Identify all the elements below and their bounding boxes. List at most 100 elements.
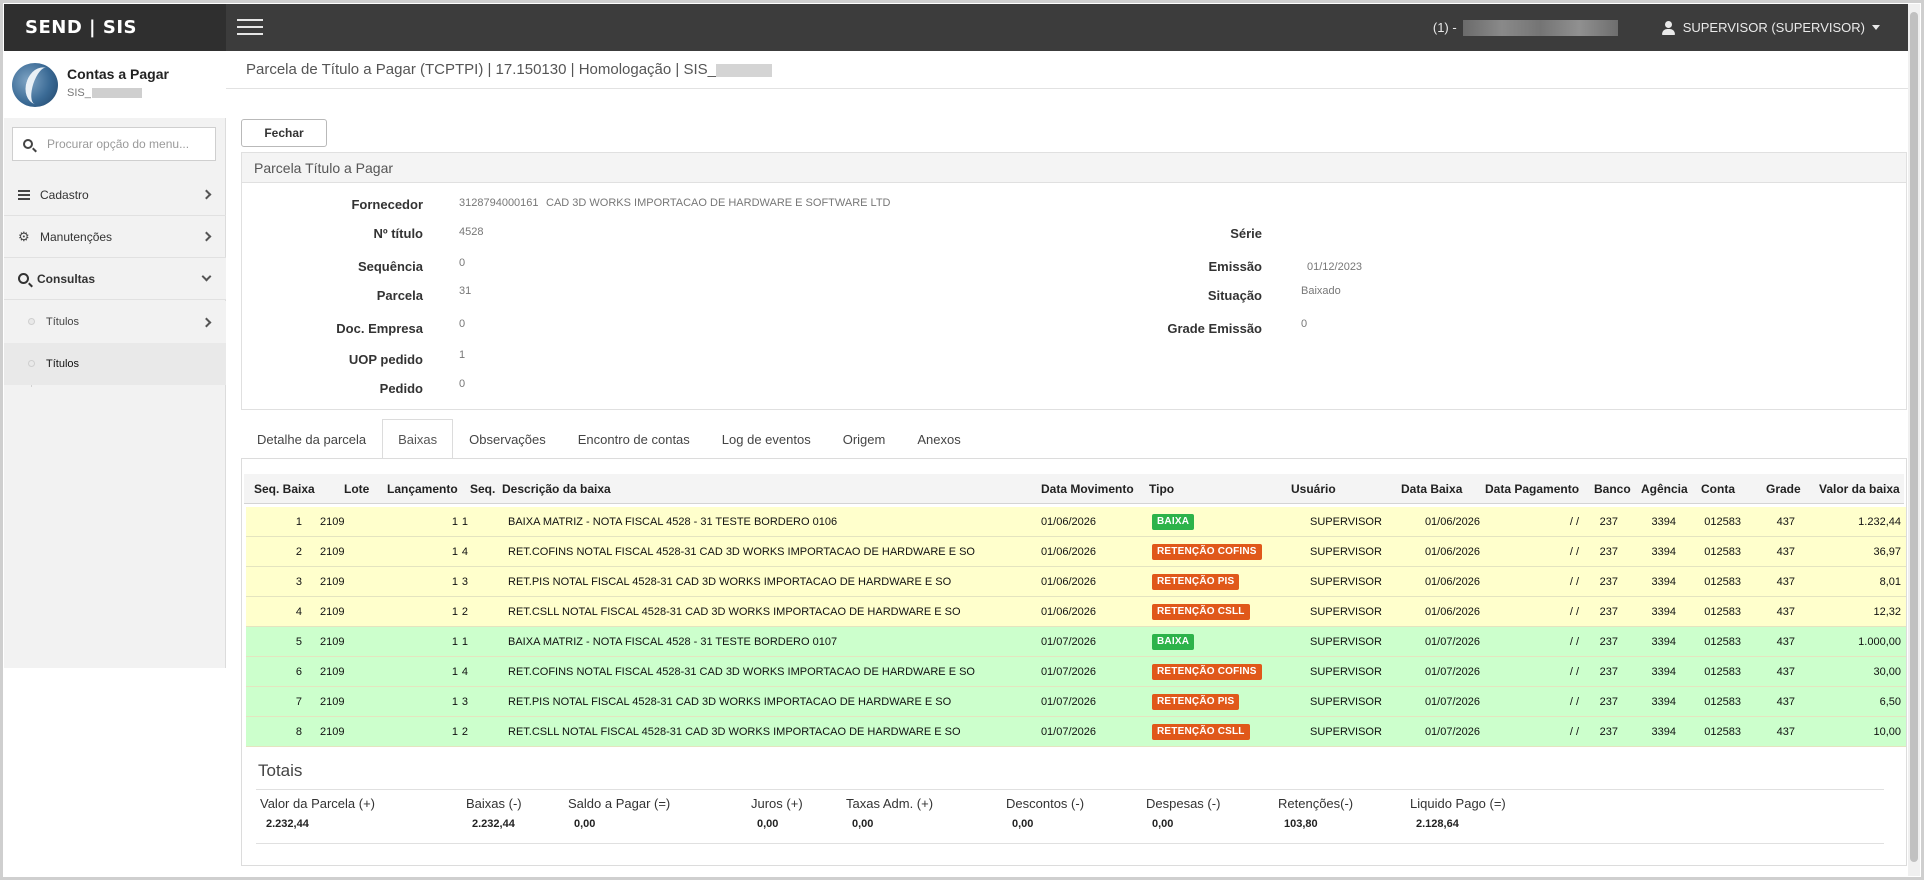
sidebar-subitem-titulos[interactable]: Títulos bbox=[4, 301, 226, 343]
cell-data-mov: 01/07/2026 bbox=[1040, 636, 1096, 648]
gears-icon: ⚙ bbox=[18, 228, 30, 244]
tab-log-eventos[interactable]: Log de eventos bbox=[706, 419, 827, 459]
table-row[interactable]: 6 2109 1 4 RET.COFINS NOTAL FISCAL 4528-31 C… bbox=[246, 657, 1906, 687]
situacao-label: Situação bbox=[1207, 288, 1262, 303]
cell-data-baixa: 01/06/2026 bbox=[1424, 516, 1480, 528]
totals-title: Totais bbox=[258, 761, 303, 780]
col-seq-baixa[interactable]: Seq. Baixa bbox=[254, 474, 315, 504]
table-row[interactable]: 7 2109 1 3 RET.PIS NOTAL FISCAL 4528-31 CAD … bbox=[246, 687, 1906, 717]
col-data-movimento[interactable]: Data Movimento bbox=[1041, 474, 1134, 504]
cell-seq: 3 bbox=[461, 696, 468, 708]
table-row[interactable]: 4 2109 1 2 RET.CSLL NOTAL FISCAL 4528-31 CAD… bbox=[246, 597, 1906, 627]
table-row[interactable]: 1 2109 1 1 BAIXA MATRIZ - NOTA FISCAL 4528 -… bbox=[246, 507, 1906, 537]
module-logo-icon bbox=[12, 63, 58, 107]
page-title: Parcela de Título a Pagar (TCPTPI) | 17.… bbox=[246, 61, 772, 78]
cell-agencia: 3394 bbox=[1651, 726, 1676, 738]
redacted-environment bbox=[1462, 19, 1618, 36]
cell-agencia: 3394 bbox=[1651, 516, 1676, 528]
cell-conta: 012583 bbox=[1704, 546, 1741, 558]
cell-data-baixa: 01/07/2026 bbox=[1424, 726, 1480, 738]
col-usuario[interactable]: Usuário bbox=[1291, 474, 1336, 504]
page-scrollbar[interactable] bbox=[1908, 4, 1920, 876]
cell-descricao: RET.COFINS NOTAL FISCAL 4528-31 CAD 3D W… bbox=[508, 546, 975, 558]
cell-seq: 4 bbox=[461, 666, 468, 678]
col-conta[interactable]: Conta bbox=[1701, 474, 1735, 504]
cell-seq-baixa: 2 bbox=[295, 546, 302, 558]
table-row[interactable]: 5 2109 1 1 BAIXA MATRIZ - NOTA FISCAL 4528 -… bbox=[246, 627, 1906, 657]
hamburger-menu-icon[interactable] bbox=[237, 16, 263, 38]
parcela-panel: Parcela Título a Pagar Fornecedor 312879… bbox=[241, 152, 1907, 410]
col-valor-baixa[interactable]: Valor da baixa bbox=[1819, 474, 1900, 504]
tab-detalhe-parcela[interactable]: Detalhe da parcela bbox=[241, 419, 382, 459]
cell-seq: 3 bbox=[461, 576, 468, 588]
close-button[interactable]: Fechar bbox=[241, 119, 327, 147]
sidebar-item-cadastro[interactable]: Cadastro bbox=[4, 174, 226, 216]
tab-encontro-contas[interactable]: Encontro de contas bbox=[562, 419, 706, 459]
menu-search-input[interactable] bbox=[47, 128, 212, 160]
tipo-badge: BAIXA bbox=[1152, 514, 1195, 530]
cell-conta: 012583 bbox=[1704, 606, 1741, 618]
main-content: Parcela de Título a Pagar (TCPTPI) | 17.… bbox=[226, 51, 1908, 876]
sidebar-subitem-titulos-active[interactable]: Títulos bbox=[4, 343, 226, 385]
cell-agencia: 3394 bbox=[1651, 576, 1676, 588]
cell-descricao: BAIXA MATRIZ - NOTA FISCAL 4528 - 31 TES… bbox=[508, 516, 838, 528]
col-tipo[interactable]: Tipo bbox=[1149, 474, 1174, 504]
sidebar-item-manutencoes[interactable]: ⚙ Manutenções bbox=[4, 216, 226, 258]
cell-lote: 2109 bbox=[320, 726, 345, 738]
total-value: 0,00 bbox=[757, 818, 779, 830]
table-row[interactable]: 2 2109 1 4 RET.COFINS NOTAL FISCAL 4528-31 C… bbox=[246, 537, 1906, 567]
emissao-label: Emissão bbox=[1208, 259, 1262, 274]
sequencia-label: Sequência bbox=[357, 259, 423, 274]
scrollbar-thumb[interactable] bbox=[1910, 12, 1918, 862]
cell-data-mov: 01/06/2026 bbox=[1040, 516, 1096, 528]
total-label: Despesas (-) bbox=[1146, 796, 1221, 811]
col-data-baixa[interactable]: Data Baixa bbox=[1401, 474, 1462, 504]
col-data-pagamento[interactable]: Data Pagamento bbox=[1485, 474, 1579, 504]
situacao-value: Baixado bbox=[1301, 285, 1341, 297]
total-label: Valor da Parcela (+) bbox=[260, 796, 376, 811]
cell-agencia: 3394 bbox=[1651, 636, 1676, 648]
parcela-value: 31 bbox=[459, 285, 472, 297]
col-lote[interactable]: Lote bbox=[344, 474, 369, 504]
total-label: Liquido Pago (=) bbox=[1410, 796, 1506, 811]
cell-agencia: 3394 bbox=[1651, 696, 1676, 708]
cell-data-mov: 01/07/2026 bbox=[1040, 696, 1096, 708]
col-grade[interactable]: Grade bbox=[1766, 474, 1801, 504]
cell-seq: 2 bbox=[461, 606, 468, 618]
cell-lote: 2109 bbox=[320, 666, 345, 678]
total-value: 0,00 bbox=[852, 818, 874, 830]
cell-banco: 237 bbox=[1599, 516, 1618, 528]
cell-valor: 36,97 bbox=[1873, 546, 1901, 558]
user-menu[interactable]: SUPERVISOR (SUPERVISOR) bbox=[1661, 20, 1908, 35]
sidebar-subitem-label: Títulos bbox=[46, 358, 80, 370]
tab-baixas[interactable]: Baixas bbox=[382, 419, 454, 459]
tab-origem[interactable]: Origem bbox=[827, 419, 902, 459]
cell-data-baixa: 01/06/2026 bbox=[1424, 546, 1480, 558]
total-label: Retenções(-) bbox=[1278, 796, 1354, 811]
cell-seq: 1 bbox=[461, 636, 468, 648]
topbar-right: (1) - SUPERVISOR (SUPERVISOR) bbox=[1433, 4, 1908, 51]
col-banco[interactable]: Banco bbox=[1594, 474, 1631, 504]
doc-empresa-value: 0 bbox=[459, 318, 466, 330]
brand-logo: SEND | SIS bbox=[4, 4, 226, 51]
table-row[interactable]: 8 2109 1 2 RET.CSLL NOTAL FISCAL 4528-31 CAD… bbox=[246, 717, 1906, 747]
col-descricao[interactable]: Descrição da baixa bbox=[502, 474, 611, 504]
doc-empresa-label: Doc. Empresa bbox=[336, 321, 423, 336]
cell-valor: 12,32 bbox=[1873, 606, 1901, 618]
cell-seq: 4 bbox=[461, 546, 468, 558]
fornecedor-label: Fornecedor bbox=[351, 197, 423, 212]
col-agencia[interactable]: Agência bbox=[1641, 474, 1688, 504]
cell-valor: 30,00 bbox=[1873, 666, 1901, 678]
cell-banco: 237 bbox=[1599, 636, 1618, 648]
parcela-label: Parcela bbox=[376, 288, 423, 303]
tab-observacoes[interactable]: Observações bbox=[453, 419, 562, 459]
cell-conta: 012583 bbox=[1704, 726, 1741, 738]
col-lancamento[interactable]: Lançamento bbox=[387, 474, 458, 504]
col-seq[interactable]: Seq. bbox=[470, 474, 495, 504]
table-row[interactable]: 3 2109 1 3 RET.PIS NOTAL FISCAL 4528-31 CAD … bbox=[246, 567, 1906, 597]
emissao-value: 01/12/2023 bbox=[1307, 261, 1363, 273]
tab-anexos[interactable]: Anexos bbox=[901, 419, 976, 459]
cell-seq: 1 bbox=[461, 516, 468, 528]
total-value: 2.232,44 bbox=[266, 818, 309, 830]
sidebar-item-consultas[interactable]: Consultas bbox=[4, 258, 226, 300]
